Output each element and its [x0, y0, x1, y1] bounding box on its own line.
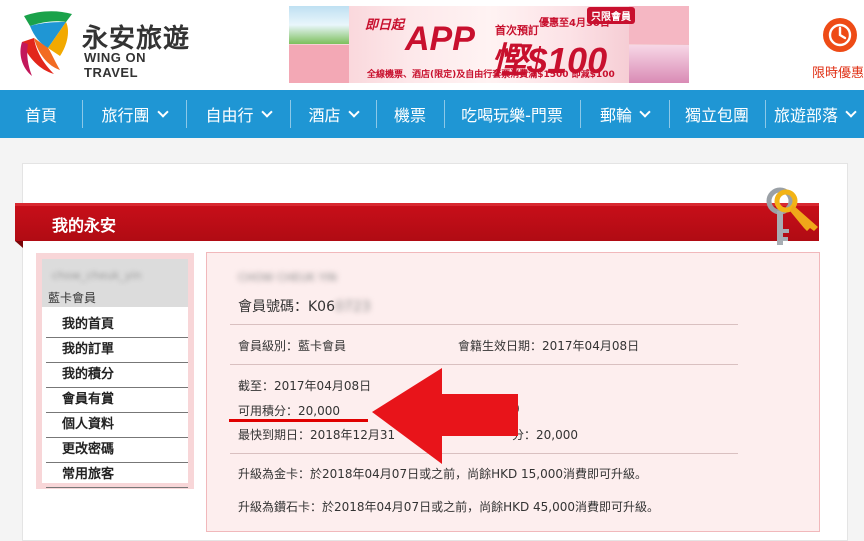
banner-app-text: APP [405, 20, 475, 58]
red-arrow-icon [372, 368, 518, 464]
promo-banner[interactable]: 即日起 APP 首次預訂 慳$100 優惠至4月30日 只限會員 全線機票、酒店… [289, 6, 689, 83]
chevron-down-icon [156, 105, 169, 118]
menu-member-rewards[interactable]: 會員有賞 [46, 388, 188, 413]
nav-travel-blog-label: 旅遊部落 [773, 106, 838, 125]
nav-cruises[interactable]: 郵輪 [580, 90, 669, 138]
page-title-bar [15, 203, 819, 241]
account-menu: 我的首頁 我的訂單 我的積分 會員有賞 個人資料 更改密碼 常用旅客 [42, 313, 188, 488]
site-logo[interactable]: 永安旅遊 WING ON TRAVEL [14, 8, 194, 83]
member-id-visible: K06 [308, 299, 335, 315]
banner-photo-castle [629, 6, 689, 44]
points-highlight-underline [229, 419, 368, 422]
page-title: 我的永安 [52, 216, 117, 235]
banner-photo-field [289, 6, 349, 44]
logo-text-english: WING ON TRAVEL [84, 50, 146, 80]
membership-effective-label: 會籍生效日期： [458, 339, 543, 353]
member-id-hidden: 0723 [335, 299, 371, 315]
upgrade-gold-text: 升級為金卡：於2018年04月07日或之前，尚餘HKD 15,000消費即可升級… [238, 467, 648, 481]
nav-hotels[interactable]: 酒店 [290, 90, 376, 138]
banner-photo-flowers [629, 45, 689, 83]
membership-effective-value: 2017年04月08日 [542, 339, 640, 353]
banner-photo-plane [289, 45, 349, 83]
sidebar-inner: chow_cheuk_yin 藍卡會員 我的首頁 我的訂單 我的積分 會員有賞 … [42, 259, 188, 488]
wing-on-logo-icon [20, 11, 72, 76]
menu-change-password[interactable]: 更改密碼 [46, 438, 188, 463]
member-name: CHOW CHEUK YIN [238, 271, 337, 284]
gift-icon [823, 18, 857, 52]
username: chow_cheuk_yin [52, 269, 142, 282]
nav-tours-label: 旅行團 [101, 106, 150, 125]
available-points-value: 20,000 [298, 404, 341, 418]
menu-my-orders[interactable]: 我的訂單 [46, 338, 188, 363]
divider [230, 364, 738, 365]
expiring-points-value: 20,000 [536, 428, 579, 442]
limited-offer-link[interactable]: 限時優惠 [806, 14, 864, 84]
nav-travel-blog[interactable]: 旅遊部落 [765, 90, 864, 138]
nav-free-travel[interactable]: 自由行 [186, 90, 290, 138]
available-points-label: 可用積分： [238, 404, 299, 418]
nav-cruises-label: 郵輪 [599, 106, 632, 125]
nav-home-label: 首頁 [24, 106, 57, 125]
site-header: 永安旅遊 WING ON TRAVEL 即日起 APP 首次預訂 慳$100 優… [0, 0, 864, 90]
banner-members-tag: 只限會員 [587, 7, 635, 24]
as-of-row: 截至：2017年04月08日 [238, 377, 371, 394]
user-level: 藍卡會員 [48, 291, 97, 305]
chevron-down-icon [347, 105, 360, 118]
menu-personal-info[interactable]: 個人資料 [46, 413, 188, 438]
member-id-row: 會員號碼：K060723 [238, 296, 371, 316]
nav-flights-label: 機票 [393, 106, 426, 125]
expiring-points-row: 分：20,000 [512, 426, 578, 443]
nav-private-tour[interactable]: 獨立包團 [669, 90, 765, 138]
nav-free-travel-label: 自由行 [205, 106, 254, 125]
menu-frequent-travelers[interactable]: 常用旅客 [46, 463, 188, 488]
menu-my-points[interactable]: 我的積分 [46, 363, 188, 388]
divider [230, 324, 738, 325]
available-points-row: 可用積分：20,000 [238, 402, 340, 419]
account-sidebar: chow_cheuk_yin 藍卡會員 我的首頁 我的訂單 我的積分 會員有賞 … [36, 253, 194, 489]
main-nav: 首頁 旅行團 自由行 酒店 機票 吃喝玩樂-門票 郵輪 獨立包團 旅遊部落 [0, 90, 864, 138]
membership-effective-row: 會籍生效日期：2017年04月08日 [458, 337, 639, 354]
nav-tickets-label: 吃喝玩樂-門票 [461, 106, 563, 125]
nav-flights[interactable]: 機票 [376, 90, 444, 138]
as-of-value: 2017年04月08日 [274, 379, 372, 393]
as-of-label: 截至： [238, 379, 275, 393]
title-bar-highlight [15, 203, 819, 206]
keys-icon [766, 187, 818, 245]
nav-tours[interactable]: 旅行團 [82, 90, 186, 138]
upgrade-diamond-text: 升級為鑽石卡：於2018年04月07日或之前，尚餘HKD 45,000消費即可升… [238, 500, 660, 514]
chevron-down-icon [639, 105, 651, 118]
chevron-down-icon [845, 105, 857, 118]
nav-tickets[interactable]: 吃喝玩樂-門票 [444, 90, 580, 138]
title-bar-fold [15, 241, 23, 248]
user-box: chow_cheuk_yin 藍卡會員 [42, 259, 188, 307]
limited-offer-label: 限時優惠 [812, 66, 864, 81]
chevron-down-icon [260, 105, 273, 118]
member-level-row: 會員級別：藍卡會員 [238, 337, 346, 354]
earliest-expiry-label: 最快到期日： [238, 428, 311, 442]
menu-my-home[interactable]: 我的首頁 [46, 313, 188, 338]
nav-private-tour-label: 獨立包團 [684, 106, 749, 125]
nav-home[interactable]: 首頁 [0, 90, 82, 138]
banner-start-text: 即日起 [365, 18, 405, 33]
member-id-label: 會員號碼： [238, 299, 308, 315]
nav-hotels-label: 酒店 [308, 106, 341, 125]
member-level-label: 會員級別： [238, 339, 299, 353]
banner-terms-text: 全線機票、酒店(限定)及自由行套票消費滿$1500 即減$100 [367, 70, 615, 80]
member-level-value: 藍卡會員 [298, 339, 347, 353]
